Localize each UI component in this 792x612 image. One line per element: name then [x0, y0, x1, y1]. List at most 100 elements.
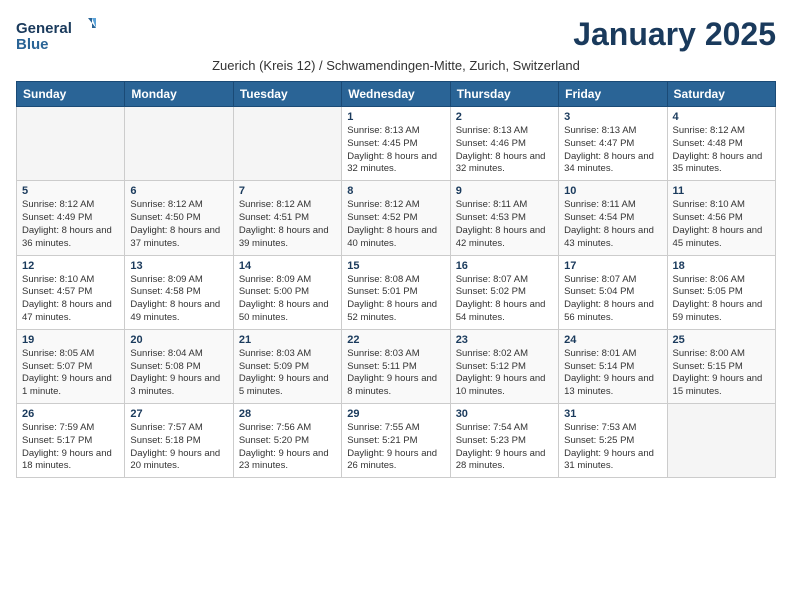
calendar-week-row: 1Sunrise: 8:13 AM Sunset: 4:45 PM Daylig… — [17, 107, 776, 181]
calendar-cell: 15 Sunrise: 8:08 AM Sunset: 5:01 PM Dayli… — [342, 255, 450, 329]
day-detail: Sunrise: 8:13 AM Sunset: 4:46 PM Dayligh… — [456, 125, 553, 176]
day-number: 28 — [239, 408, 336, 420]
day-number: 30 — [456, 408, 553, 420]
day-detail: Sunrise: 8:03 AM Sunset: 5:11 PM Dayligh… — [347, 348, 444, 399]
calendar-cell — [667, 404, 775, 478]
day-detail: Sunrise: 8:08 AM Sunset: 5:01 PM Dayligh… — [347, 274, 444, 325]
calendar-cell: 11 Sunrise: 8:10 AM Sunset: 4:56 PM Dayli… — [667, 181, 775, 255]
calendar-cell: 16Sunrise: 8:07 AM Sunset: 5:02 PM Dayli… — [450, 255, 558, 329]
calendar-cell: 21Sunrise: 8:03 AM Sunset: 5:09 PM Dayli… — [233, 329, 341, 403]
calendar-cell: 23 Sunrise: 8:02 AM Sunset: 5:12 PM Dayli… — [450, 329, 558, 403]
day-number: 19 — [22, 334, 119, 346]
calendar-title: January 2025 — [573, 16, 776, 53]
logo-svg: General Blue — [16, 16, 96, 54]
calendar-cell: 25 Sunrise: 8:00 AM Sunset: 5:15 PM Dayli… — [667, 329, 775, 403]
day-detail: Sunrise: 8:12 AM Sunset: 4:48 PM Dayligh… — [673, 125, 770, 176]
calendar-cell — [17, 107, 125, 181]
day-detail: Sunrise: 8:06 AM Sunset: 5:05 PM Dayligh… — [673, 274, 770, 325]
calendar-week-row: 19 Sunrise: 8:05 AM Sunset: 5:07 PM Dayli… — [17, 329, 776, 403]
day-number: 10 — [564, 185, 661, 197]
day-number: 31 — [564, 408, 661, 420]
calendar-table: SundayMondayTuesdayWednesdayThursdayFrid… — [16, 81, 776, 478]
day-number: 29 — [347, 408, 444, 420]
day-detail: Sunrise: 8:09 AM Sunset: 4:58 PM Dayligh… — [130, 274, 227, 325]
calendar-cell: 1Sunrise: 8:13 AM Sunset: 4:45 PM Daylig… — [342, 107, 450, 181]
day-detail: Sunrise: 7:54 AM Sunset: 5:23 PM Dayligh… — [456, 422, 553, 473]
calendar-cell: 26Sunrise: 7:59 AM Sunset: 5:17 PM Dayli… — [17, 404, 125, 478]
day-number: 11 — [673, 185, 770, 197]
day-number: 14 — [239, 260, 336, 272]
calendar-cell: 3 Sunrise: 8:13 AM Sunset: 4:47 PM Daylig… — [559, 107, 667, 181]
weekday-header: Wednesday — [342, 82, 450, 107]
page-header: General Blue January 2025 — [16, 16, 776, 54]
day-detail: Sunrise: 8:13 AM Sunset: 4:47 PM Dayligh… — [564, 125, 661, 176]
day-detail: Sunrise: 8:12 AM Sunset: 4:50 PM Dayligh… — [130, 199, 227, 250]
calendar-cell: 12 Sunrise: 8:10 AM Sunset: 4:57 PM Dayli… — [17, 255, 125, 329]
calendar-cell: 7 Sunrise: 8:12 AM Sunset: 4:51 PM Daylig… — [233, 181, 341, 255]
day-detail: Sunrise: 8:12 AM Sunset: 4:49 PM Dayligh… — [22, 199, 119, 250]
calendar-cell: 27Sunrise: 7:57 AM Sunset: 5:18 PM Dayli… — [125, 404, 233, 478]
day-number: 20 — [130, 334, 227, 346]
day-detail: Sunrise: 8:02 AM Sunset: 5:12 PM Dayligh… — [456, 348, 553, 399]
day-detail: Sunrise: 8:12 AM Sunset: 4:51 PM Dayligh… — [239, 199, 336, 250]
day-number: 5 — [22, 185, 119, 197]
day-number: 23 — [456, 334, 553, 346]
svg-text:Blue: Blue — [16, 36, 49, 53]
day-number: 22 — [347, 334, 444, 346]
calendar-cell — [233, 107, 341, 181]
day-number: 15 — [347, 260, 444, 272]
calendar-cell: 22 Sunrise: 8:03 AM Sunset: 5:11 PM Dayli… — [342, 329, 450, 403]
calendar-cell: 24Sunrise: 8:01 AM Sunset: 5:14 PM Dayli… — [559, 329, 667, 403]
calendar-cell: 4Sunrise: 8:12 AM Sunset: 4:48 PM Daylig… — [667, 107, 775, 181]
calendar-week-row: 12 Sunrise: 8:10 AM Sunset: 4:57 PM Dayli… — [17, 255, 776, 329]
calendar-week-row: 26Sunrise: 7:59 AM Sunset: 5:17 PM Dayli… — [17, 404, 776, 478]
day-detail: Sunrise: 8:09 AM Sunset: 5:00 PM Dayligh… — [239, 274, 336, 325]
weekday-header: Sunday — [17, 82, 125, 107]
weekday-header: Monday — [125, 82, 233, 107]
weekday-header: Thursday — [450, 82, 558, 107]
calendar-cell: 19 Sunrise: 8:05 AM Sunset: 5:07 PM Dayli… — [17, 329, 125, 403]
day-number: 25 — [673, 334, 770, 346]
day-number: 24 — [564, 334, 661, 346]
day-detail: Sunrise: 8:11 AM Sunset: 4:53 PM Dayligh… — [456, 199, 553, 250]
day-detail: Sunrise: 8:10 AM Sunset: 4:56 PM Dayligh… — [673, 199, 770, 250]
day-number: 13 — [130, 260, 227, 272]
day-number: 12 — [22, 260, 119, 272]
title-block: January 2025 — [573, 16, 776, 53]
calendar-cell: 29 Sunrise: 7:55 AM Sunset: 5:21 PM Dayli… — [342, 404, 450, 478]
day-detail: Sunrise: 8:00 AM Sunset: 5:15 PM Dayligh… — [673, 348, 770, 399]
day-number: 2 — [456, 111, 553, 123]
day-number: 1 — [347, 111, 444, 123]
day-detail: Sunrise: 7:55 AM Sunset: 5:21 PM Dayligh… — [347, 422, 444, 473]
calendar-cell: 10 Sunrise: 8:11 AM Sunset: 4:54 PM Dayli… — [559, 181, 667, 255]
day-number: 6 — [130, 185, 227, 197]
day-number: 3 — [564, 111, 661, 123]
calendar-cell: 17Sunrise: 8:07 AM Sunset: 5:04 PM Dayli… — [559, 255, 667, 329]
calendar-cell: 28 Sunrise: 7:56 AM Sunset: 5:20 PM Dayli… — [233, 404, 341, 478]
day-detail: Sunrise: 8:11 AM Sunset: 4:54 PM Dayligh… — [564, 199, 661, 250]
calendar-cell: 2 Sunrise: 8:13 AM Sunset: 4:46 PM Daylig… — [450, 107, 558, 181]
calendar-cell: 9 Sunrise: 8:11 AM Sunset: 4:53 PM Daylig… — [450, 181, 558, 255]
calendar-cell: 5 Sunrise: 8:12 AM Sunset: 4:49 PM Daylig… — [17, 181, 125, 255]
weekday-header-row: SundayMondayTuesdayWednesdayThursdayFrid… — [17, 82, 776, 107]
day-detail: Sunrise: 8:10 AM Sunset: 4:57 PM Dayligh… — [22, 274, 119, 325]
day-number: 9 — [456, 185, 553, 197]
day-detail: Sunrise: 8:12 AM Sunset: 4:52 PM Dayligh… — [347, 199, 444, 250]
subtitle: Zuerich (Kreis 12) / Schwamendingen-Mitt… — [16, 58, 776, 73]
day-detail: Sunrise: 8:04 AM Sunset: 5:08 PM Dayligh… — [130, 348, 227, 399]
day-number: 7 — [239, 185, 336, 197]
day-detail: Sunrise: 8:05 AM Sunset: 5:07 PM Dayligh… — [22, 348, 119, 399]
svg-text:General: General — [16, 20, 72, 37]
day-detail: Sunrise: 8:03 AM Sunset: 5:09 PM Dayligh… — [239, 348, 336, 399]
calendar-cell: 8 Sunrise: 8:12 AM Sunset: 4:52 PM Daylig… — [342, 181, 450, 255]
day-detail: Sunrise: 7:56 AM Sunset: 5:20 PM Dayligh… — [239, 422, 336, 473]
day-number: 16 — [456, 260, 553, 272]
weekday-header: Saturday — [667, 82, 775, 107]
calendar-cell: 30 Sunrise: 7:54 AM Sunset: 5:23 PM Dayli… — [450, 404, 558, 478]
weekday-header: Friday — [559, 82, 667, 107]
weekday-header: Tuesday — [233, 82, 341, 107]
logo: General Blue — [16, 16, 96, 54]
calendar-cell: 14 Sunrise: 8:09 AM Sunset: 5:00 PM Dayli… — [233, 255, 341, 329]
day-number: 27 — [130, 408, 227, 420]
day-number: 8 — [347, 185, 444, 197]
